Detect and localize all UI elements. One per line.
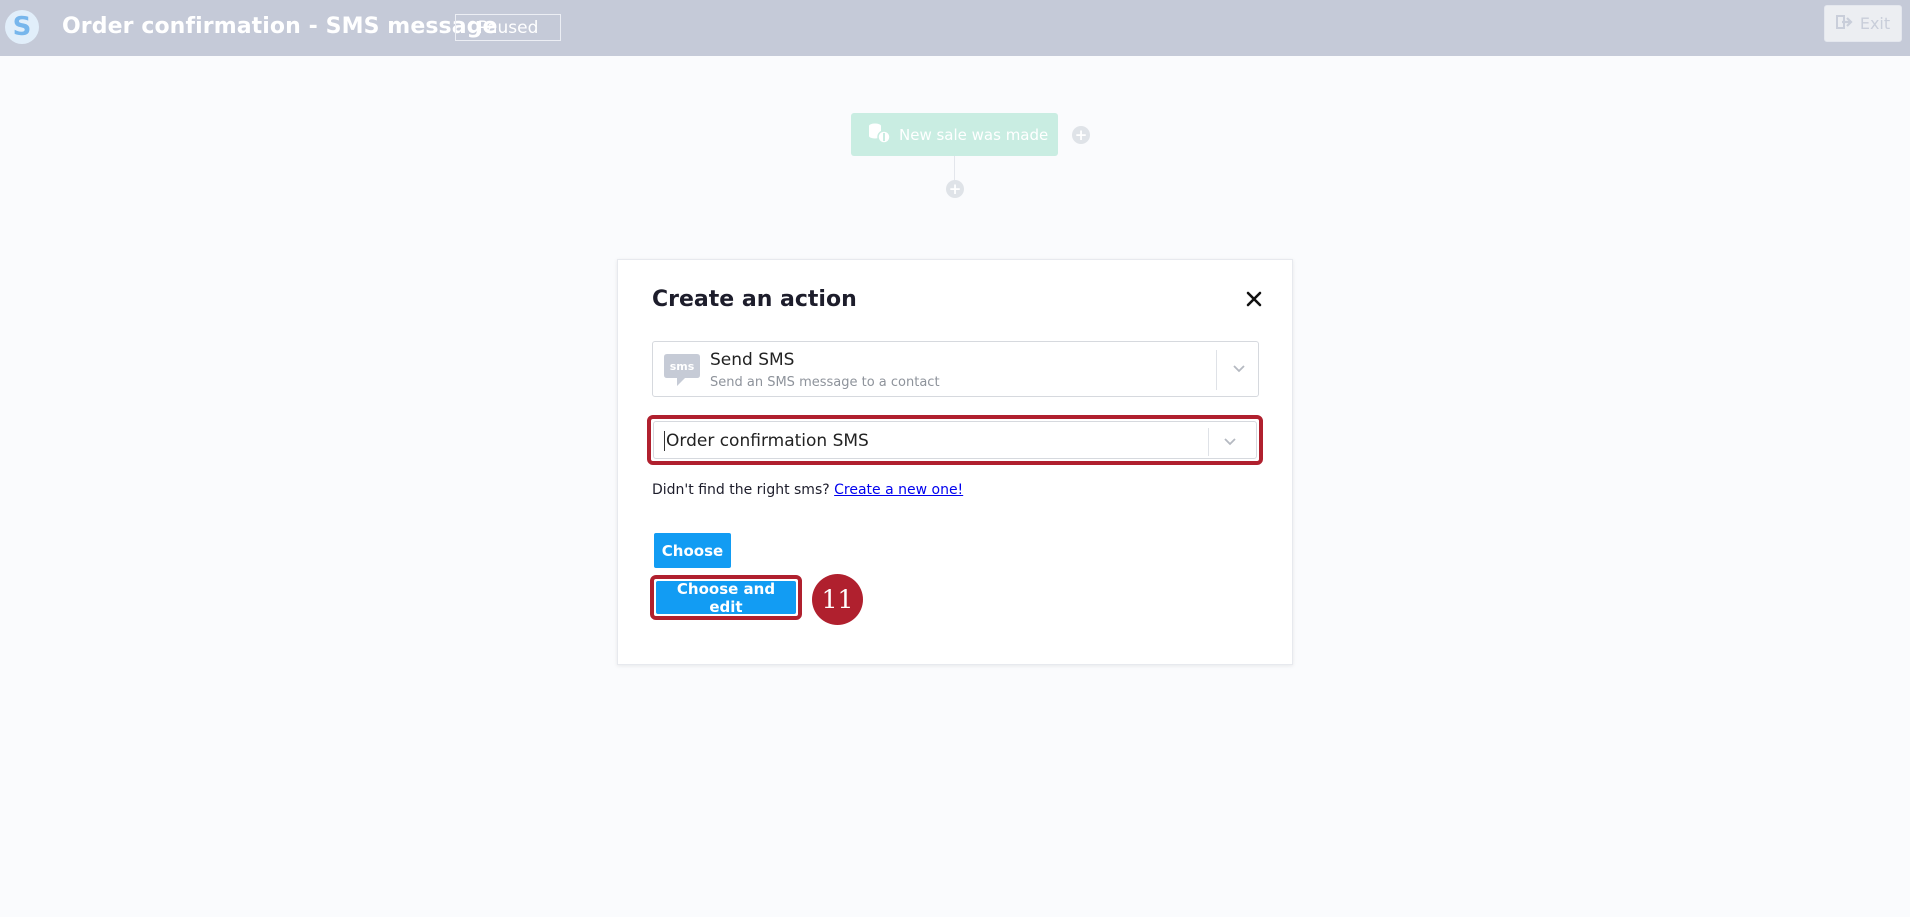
trigger-node[interactable]: New sale was made: [851, 113, 1058, 156]
exit-button[interactable]: Exit: [1824, 5, 1902, 42]
select-divider: [1208, 428, 1209, 456]
sms-icon-text: sms: [670, 360, 695, 373]
top-bar: S Order confirmation - SMS message Pause…: [0, 0, 1910, 56]
exit-icon: [1835, 14, 1854, 34]
sms-select-highlight: Order confirmation SMS: [647, 415, 1263, 465]
action-description: Send an SMS message to a contact: [710, 375, 940, 390]
helper-text: Didn't find the right sms? Create a new …: [652, 482, 963, 498]
close-icon[interactable]: [1241, 286, 1267, 312]
action-type-select[interactable]: sms Send SMS Send an SMS message to a co…: [652, 341, 1259, 397]
sms-template-value: Order confirmation SMS: [664, 431, 869, 451]
select-divider: [1216, 350, 1217, 390]
choose-edit-highlight: Choose and edit: [650, 575, 802, 620]
helper-question: Didn't find the right sms?: [652, 482, 835, 498]
trigger-label: New sale was made: [899, 125, 1049, 144]
chevron-down-icon[interactable]: [1229, 358, 1249, 378]
choose-button[interactable]: Choose: [654, 533, 731, 568]
logo-letter: S: [12, 12, 32, 42]
exit-label: Exit: [1859, 14, 1891, 33]
sms-template-select[interactable]: Order confirmation SMS: [653, 421, 1257, 459]
bottom-strip: [0, 917, 1910, 923]
coins-icon: [867, 122, 891, 148]
add-step-below-button[interactable]: +: [946, 180, 964, 198]
app-logo[interactable]: S: [5, 10, 39, 44]
create-new-sms-link[interactable]: Create a new one!: [834, 482, 963, 498]
add-step-right-button[interactable]: +: [1072, 126, 1090, 144]
sms-icon: sms: [663, 351, 701, 389]
step-number-badge: 11: [812, 574, 863, 625]
create-action-modal: Create an action sms Send SMS Send an SM…: [617, 259, 1293, 665]
status-badge: Paused: [455, 14, 561, 41]
workflow-title: Order confirmation - SMS message: [62, 14, 498, 39]
choose-and-edit-button[interactable]: Choose and edit: [656, 580, 796, 616]
chevron-down-icon[interactable]: [1220, 431, 1240, 451]
action-name: Send SMS: [710, 350, 795, 370]
modal-title: Create an action: [652, 287, 857, 312]
